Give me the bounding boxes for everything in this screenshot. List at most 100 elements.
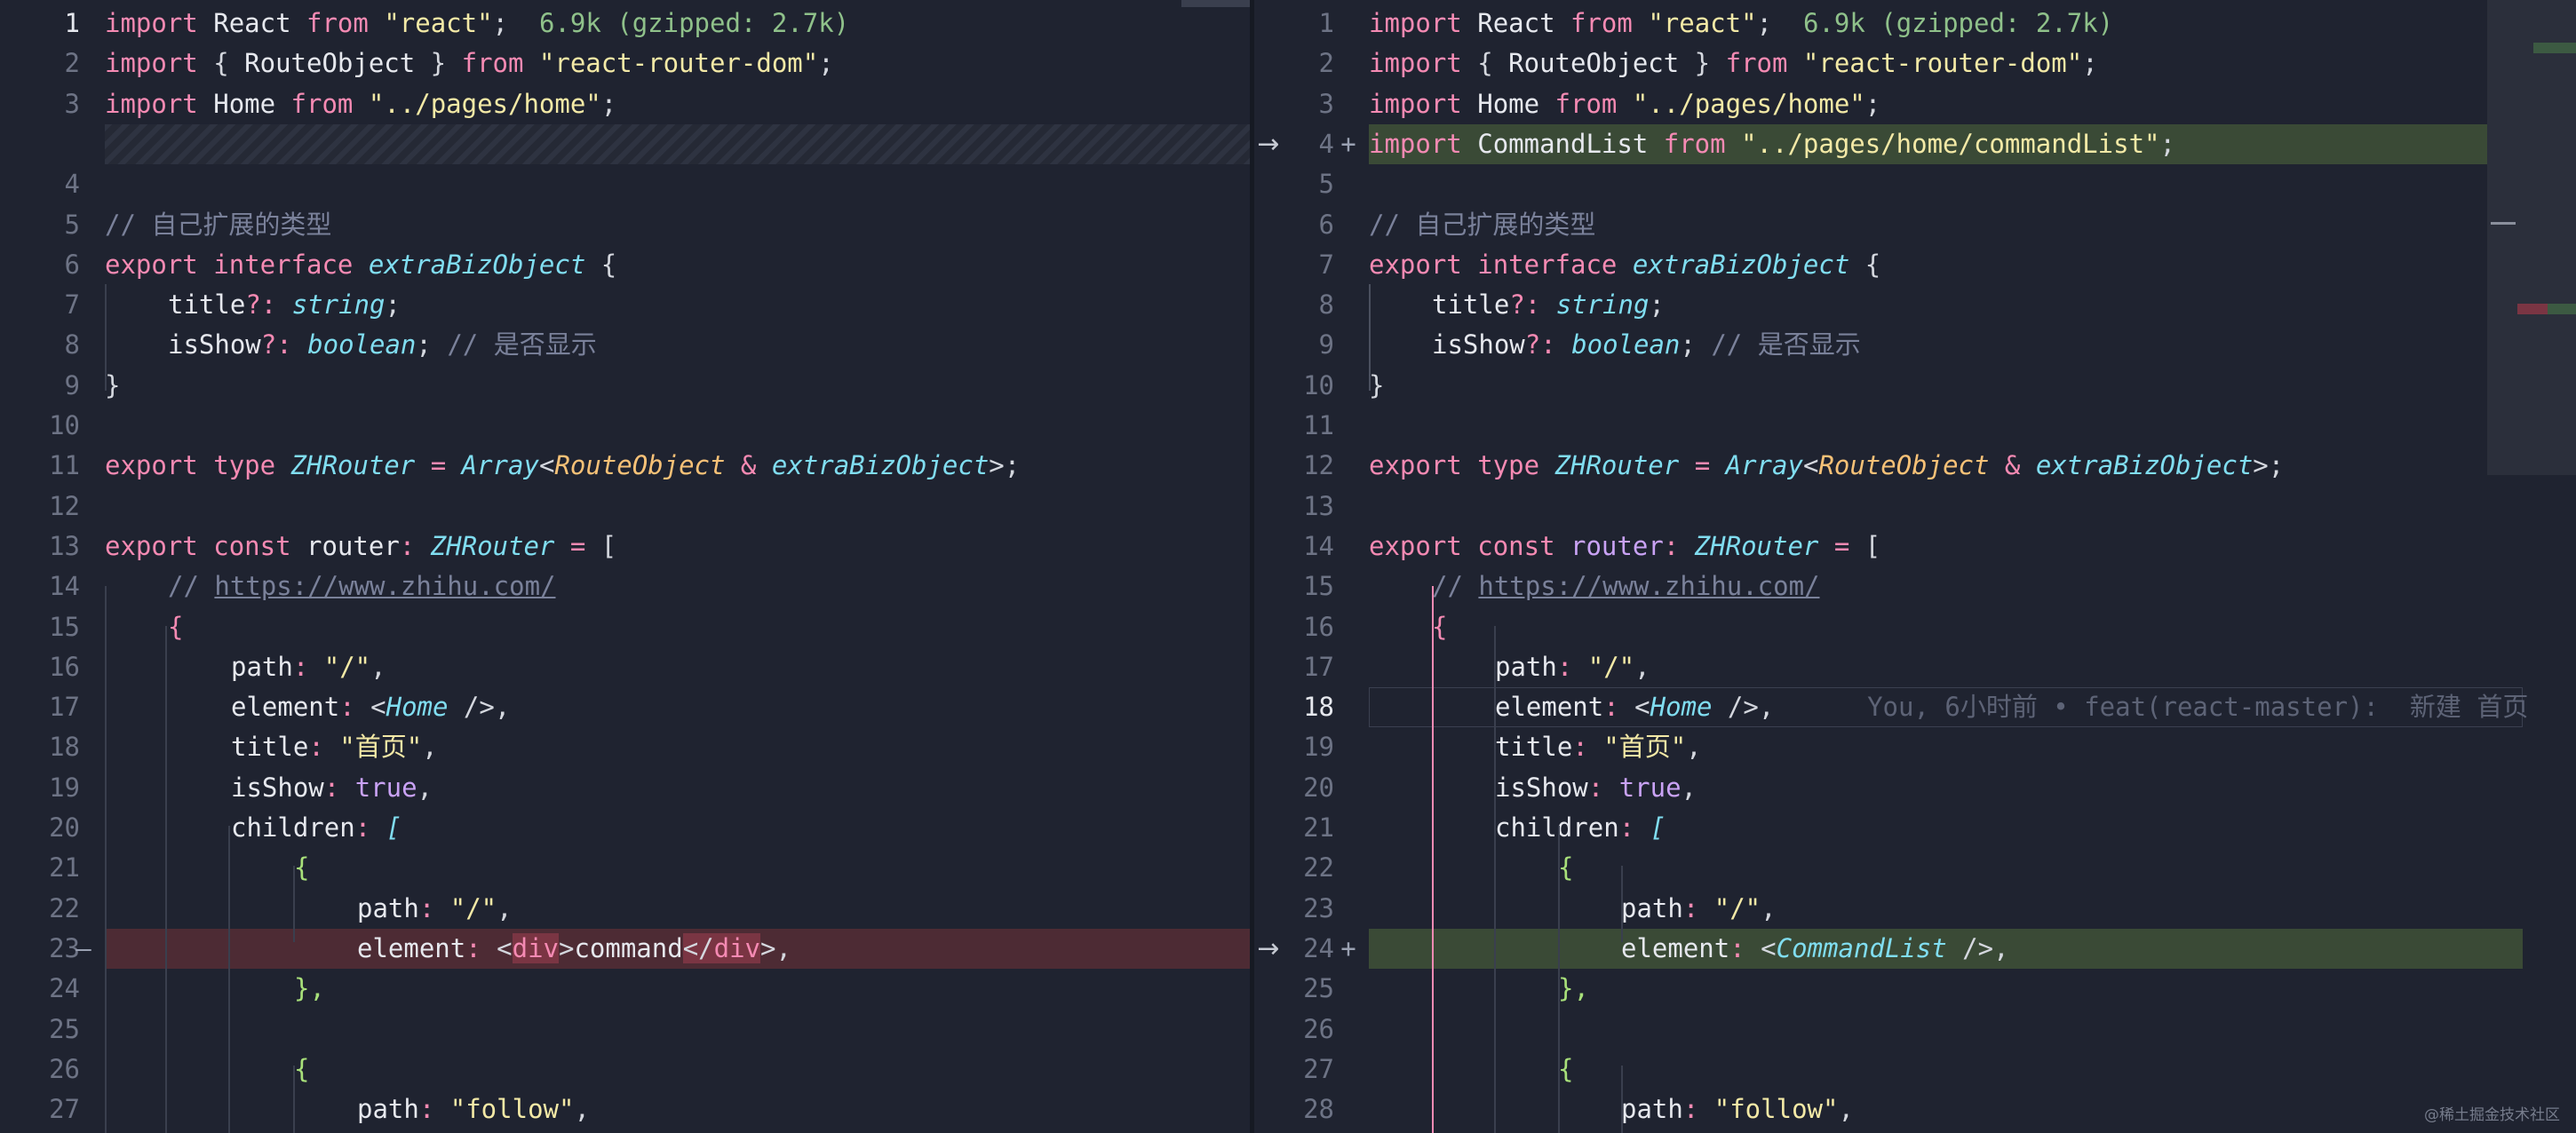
right-code-line[interactable]: 16 {	[1254, 607, 2576, 647]
minimap-add-mark-2	[2548, 304, 2576, 314]
right-code-line[interactable]: 10}	[1254, 366, 2576, 406]
left-code-line[interactable]: 2 import { RouteObject } from "react-rout…	[0, 44, 1250, 83]
right-code-line[interactable]: 26	[1254, 1010, 2576, 1050]
left-code-line[interactable]: 24},	[0, 969, 1250, 1009]
left-code-line[interactable]: 17 element: <Home />,	[0, 687, 1250, 727]
token: {	[294, 852, 310, 883]
token: ZHRouter	[430, 530, 555, 561]
token: extraBizObject	[2035, 450, 2254, 481]
left-code-line[interactable]: 22 path: "/",	[0, 889, 1250, 929]
token: const	[1477, 530, 1555, 561]
token: element	[1621, 932, 1730, 963]
token: <	[370, 692, 386, 723]
left-code-line[interactable]: 1 import React from "react"; 6.9k (gzippe…	[0, 4, 1250, 44]
left-code-line[interactable]: 23— element: <div>command</div>,	[0, 928, 1250, 969]
token: },	[1558, 973, 1589, 1004]
token: "/"	[323, 651, 371, 682]
left-code-line[interactable]: 15 {	[0, 607, 1250, 647]
token: ,	[574, 1094, 590, 1125]
token: boolean	[1571, 329, 1681, 360]
right-code-line[interactable]: 14 export const router: ZHRouter = [	[1254, 527, 2576, 566]
right-code-line[interactable]: 13	[1254, 487, 2576, 527]
left-code-line[interactable]: 9}	[0, 366, 1250, 406]
token: from	[461, 48, 524, 79]
right-code-line[interactable]: 22 {	[1254, 848, 2576, 888]
left-code-line[interactable]: 4	[0, 164, 1250, 204]
token: {	[1558, 1053, 1574, 1084]
revert-arrow-icon[interactable]: →	[1251, 929, 1286, 969]
left-code-line[interactable]: 13 export const router: ZHRouter = [	[0, 527, 1250, 566]
right-code-line[interactable]: 27 {	[1254, 1050, 2576, 1089]
token: ,	[1681, 772, 1697, 803]
code-text: // https://www.zhihu.com/	[105, 566, 556, 606]
left-code-line[interactable]: 8 isShow?: boolean; // 是否显示	[0, 325, 1250, 365]
left-code-line[interactable]: 16 path: "/",	[0, 647, 1250, 687]
left-code-line[interactable]: 6 export interface extraBizObject {	[0, 245, 1250, 285]
left-code-line[interactable]: 5 // 自己扩展的类型	[0, 205, 1250, 245]
code-text: {	[105, 848, 309, 888]
token: ,	[497, 892, 513, 923]
right-code-line[interactable]: 1 import React from "react"; 6.9k (gzippe…	[1254, 4, 2576, 44]
right-code-line[interactable]: 11	[1254, 406, 2576, 446]
right-code-line[interactable]: 3 import Home from "../pages/home";	[1254, 84, 2576, 124]
right-code-line[interactable]: 12 export type ZHRouter = Array<RouteObje…	[1254, 446, 2576, 486]
right-code-line[interactable]: 28 path: "follow",	[1254, 1089, 2576, 1129]
left-code-line[interactable]: 11 export type ZHRouter = Array<RouteObje…	[0, 446, 1250, 486]
code-text: isShow: true,	[1369, 768, 1697, 808]
left-code-line[interactable]: 14 // https://www.zhihu.com/	[0, 566, 1250, 606]
right-code-line[interactable]: 19 title: "首页",	[1254, 727, 2576, 767]
right-code-line[interactable]: 9 isShow?: boolean; // 是否显示	[1254, 325, 2576, 365]
left-code-line[interactable]: 7 title?: string;	[0, 285, 1250, 325]
code-text: },	[1369, 969, 1589, 1009]
line-number: 20	[1303, 772, 1334, 803]
right-code-line[interactable]: 15 // https://www.zhihu.com/	[1254, 566, 2576, 606]
right-code-line[interactable]: 25},	[1254, 969, 2576, 1009]
revert-arrow-icon[interactable]: →	[1251, 124, 1286, 164]
right-code-line[interactable]: 5	[1254, 164, 2576, 204]
token: />	[1712, 692, 1759, 723]
left-code-line[interactable]: 3 import Home from "../pages/home";	[0, 84, 1250, 124]
line-number: 24	[49, 973, 80, 1004]
left-code-line[interactable]: 19 isShow: true,	[0, 768, 1250, 808]
left-code-line[interactable]: 10	[0, 406, 1250, 446]
left-code-line[interactable]: 20 children: [	[0, 808, 1250, 848]
right-code-line[interactable]: 8 title?: string;	[1254, 285, 2576, 325]
token: ;	[1756, 8, 1773, 38]
right-code-line[interactable]: 7 export interface extraBizObject {	[1254, 245, 2576, 285]
token: :	[354, 812, 386, 843]
token: // 自己扩展的类型	[105, 209, 332, 240]
token: <	[538, 450, 555, 481]
minimap[interactable]	[2487, 0, 2576, 475]
left-code-line[interactable]: 27 path: "follow",	[0, 1089, 1250, 1129]
right-code-line[interactable]: 24 + element: <CommandList />,	[1254, 928, 2576, 969]
right-code-line[interactable]: 2 import { RouteObject } from "react-rout…	[1254, 44, 2576, 83]
right-code-line[interactable]: 17 path: "/",	[1254, 647, 2576, 687]
horizontal-scrollbar[interactable]	[1181, 0, 1250, 7]
token: &	[725, 450, 772, 481]
left-editor-pane[interactable]: 1 import React from "react"; 6.9k (gzippe…	[0, 0, 1250, 1133]
token: title	[168, 289, 246, 321]
token: :	[1729, 932, 1761, 963]
right-code-line[interactable]: 18 element: <Home />, You, 6小时前 • feat(re…	[1254, 687, 2576, 728]
token: div	[512, 932, 559, 963]
left-code-line[interactable]	[0, 123, 1250, 164]
right-editor-pane[interactable]: 1 import React from "react"; 6.9k (gzippe…	[1254, 0, 2576, 1133]
token: ;	[2082, 48, 2098, 79]
right-code-line[interactable]: 4 + import CommandList from "../pages/home…	[1254, 123, 2576, 164]
left-code-line[interactable]: 12	[0, 487, 1250, 527]
left-code-line[interactable]: 26 {	[0, 1050, 1250, 1089]
left-code-line[interactable]: 18 title: "首页",	[0, 727, 1250, 767]
left-code-line[interactable]: 25	[0, 1010, 1250, 1050]
right-code-line[interactable]: 20 isShow: true,	[1254, 768, 2576, 808]
token: element	[357, 932, 466, 963]
right-code-line[interactable]: 21 children: [	[1254, 808, 2576, 848]
token: export	[105, 530, 198, 561]
code-text: }	[1369, 366, 1384, 406]
right-code-line[interactable]: 6 // 自己扩展的类型	[1254, 205, 2576, 245]
token: ,	[1758, 692, 1775, 723]
line-number: 27	[1303, 1053, 1334, 1084]
indent-guide	[1558, 826, 1560, 1133]
right-code-line[interactable]: 23 path: "/",	[1254, 889, 2576, 929]
left-code-line[interactable]: 21 {	[0, 848, 1250, 888]
indent-guide	[1621, 866, 1623, 942]
